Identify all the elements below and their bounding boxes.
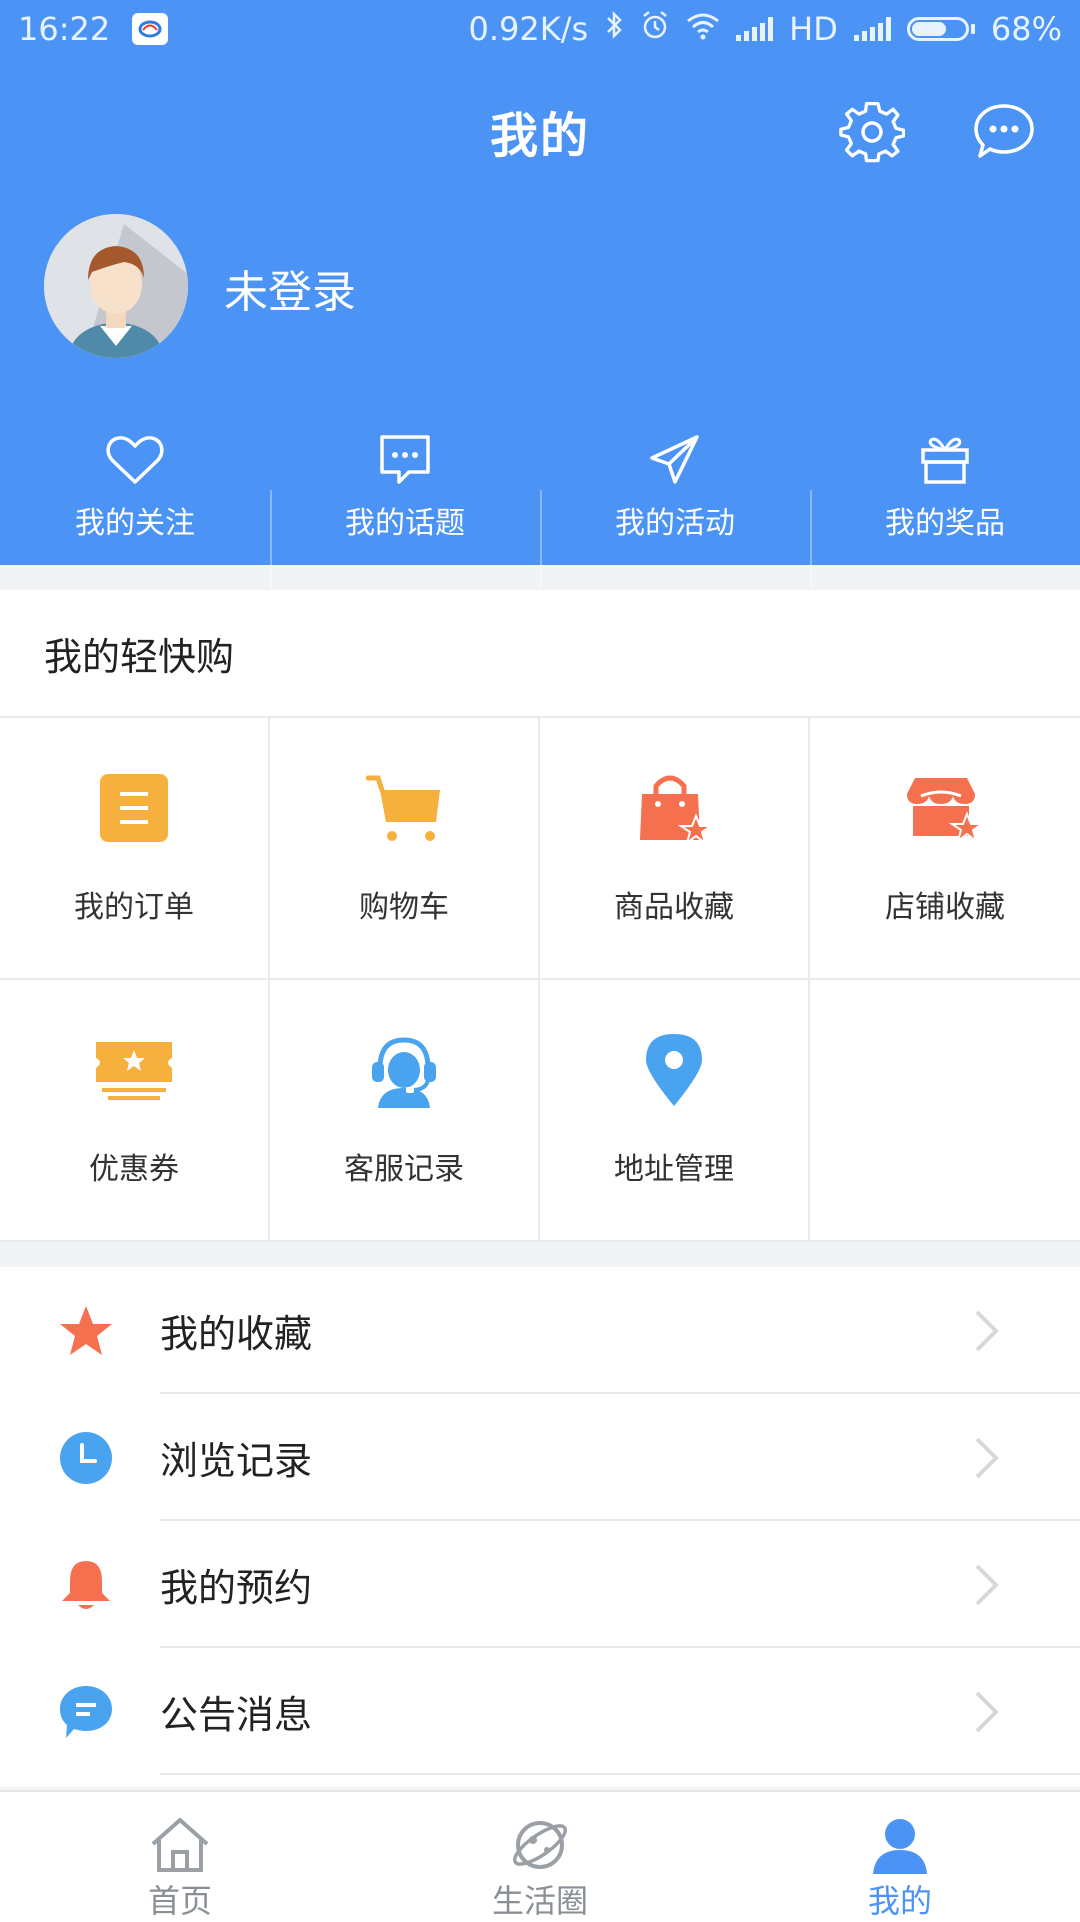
- clock-icon: [60, 1432, 112, 1484]
- profile-header: 我的 未登录 我的关注 我的话题 我的活动 我的奖品: [0, 60, 1080, 590]
- shortcut-prizes[interactable]: 我的奖品: [810, 412, 1080, 590]
- grid-item-product-favorites[interactable]: 商品收藏: [540, 718, 810, 980]
- topic-bubble-icon: [380, 435, 430, 484]
- paper-plane-icon: [650, 435, 699, 484]
- grid-item-label: 客服记录: [344, 1152, 464, 1187]
- network-label: HD: [789, 10, 838, 48]
- heart-icon: [106, 436, 164, 484]
- avatar[interactable]: [44, 214, 188, 358]
- alarm-icon: [640, 10, 670, 48]
- message-icon: [60, 1686, 112, 1738]
- gift-icon: [921, 437, 969, 484]
- shortcut-topics[interactable]: 我的话题: [270, 412, 540, 590]
- grid-item-orders[interactable]: 我的订单: [0, 718, 270, 980]
- bell-icon: [62, 1561, 110, 1609]
- battery-icon: [906, 17, 975, 41]
- wifi-icon: [686, 10, 720, 48]
- shortcut-label: 我的话题: [345, 506, 465, 541]
- planet-icon: [513, 1821, 567, 1869]
- status-bar: 16:22 0.92K/s HD 68%: [0, 0, 1080, 60]
- list-item-announcements[interactable]: 公告消息: [0, 1648, 1080, 1775]
- signal-icon: [853, 17, 891, 41]
- location-pin-icon: [646, 1034, 702, 1106]
- cart-icon: [366, 775, 440, 841]
- headset-icon: [372, 1037, 436, 1108]
- grid-item-label: 购物车: [359, 890, 449, 925]
- grid-item-coupons[interactable]: 优惠券: [0, 980, 270, 1242]
- grid-item-label: 我的订单: [74, 890, 194, 925]
- menu-list: 我的收藏 浏览记录 我的预约 公告消息: [0, 1267, 1080, 1787]
- shortcut-label: 我的奖品: [885, 506, 1005, 541]
- store-star-icon: [907, 778, 985, 844]
- grid-item-store-favorites[interactable]: 店铺收藏: [810, 718, 1080, 980]
- grid-item-label: 店铺收藏: [885, 890, 1005, 925]
- signal-icon: [736, 17, 774, 41]
- net-speed: 0.92K/s: [468, 10, 589, 48]
- list-item-label: 公告消息: [160, 1693, 313, 1737]
- battery-percent: 68%: [990, 10, 1062, 48]
- person-icon: [873, 1819, 927, 1874]
- status-time: 16:22: [18, 10, 111, 48]
- chevron-right-icon: [975, 1564, 999, 1606]
- coupon-icon: [96, 1042, 172, 1100]
- list-item-label: 浏览记录: [160, 1439, 313, 1483]
- tab-mine[interactable]: 我的: [720, 1792, 1080, 1922]
- grid-item-empty: [810, 980, 1080, 1242]
- star-icon: [60, 1306, 112, 1355]
- list-item-favorites[interactable]: 我的收藏: [0, 1267, 1080, 1394]
- tab-label: 我的: [867, 1882, 932, 1920]
- app-notification-icon: [132, 13, 169, 45]
- bottom-tab-bar: 首页 生活圈 我的: [0, 1790, 1080, 1922]
- grid-item-label: 商品收藏: [614, 890, 734, 925]
- grid-item-cart[interactable]: 购物车: [270, 718, 540, 980]
- bluetooth-icon: [604, 10, 624, 48]
- shortcut-label: 我的关注: [75, 506, 195, 541]
- bag-star-icon: [640, 775, 714, 846]
- list-item-reservations[interactable]: 我的预约: [0, 1521, 1080, 1648]
- avatar-icon: [44, 214, 188, 358]
- login-status[interactable]: 未登录: [224, 256, 356, 320]
- chat-bubble-icon: [974, 104, 1034, 158]
- order-icon: [100, 774, 168, 842]
- grid-item-label: 优惠券: [89, 1152, 179, 1187]
- shortcut-follows[interactable]: 我的关注: [0, 412, 270, 542]
- section-title: 我的轻快购: [0, 590, 1080, 718]
- settings-button[interactable]: [836, 96, 908, 168]
- shortcut-activities[interactable]: 我的活动: [540, 412, 810, 590]
- chevron-right-icon: [975, 1691, 999, 1733]
- chevron-right-icon: [975, 1310, 999, 1352]
- tab-label: 首页: [147, 1882, 212, 1920]
- list-item-label: 我的预约: [160, 1566, 313, 1610]
- page-title: 我的: [489, 108, 590, 164]
- shortcut-label: 我的活动: [615, 506, 735, 541]
- tab-label: 生活圈: [491, 1882, 588, 1920]
- tab-life-circle[interactable]: 生活圈: [360, 1792, 720, 1922]
- messages-button[interactable]: [968, 96, 1040, 168]
- list-item-label: 我的收藏: [160, 1312, 313, 1356]
- grid-item-addresses[interactable]: 地址管理: [540, 980, 810, 1242]
- grid-item-label: 地址管理: [614, 1152, 734, 1187]
- gear-icon: [839, 101, 905, 163]
- chevron-right-icon: [975, 1437, 999, 1479]
- grid-item-service-records[interactable]: 客服记录: [270, 980, 540, 1242]
- home-icon: [151, 1818, 209, 1872]
- quick-shop-section: 我的轻快购 我的订单 购物车 商品收藏 店铺收藏 优惠券 客服记录 地址管理: [0, 590, 1080, 1242]
- tab-home[interactable]: 首页: [0, 1792, 360, 1922]
- list-item-history[interactable]: 浏览记录: [0, 1394, 1080, 1521]
